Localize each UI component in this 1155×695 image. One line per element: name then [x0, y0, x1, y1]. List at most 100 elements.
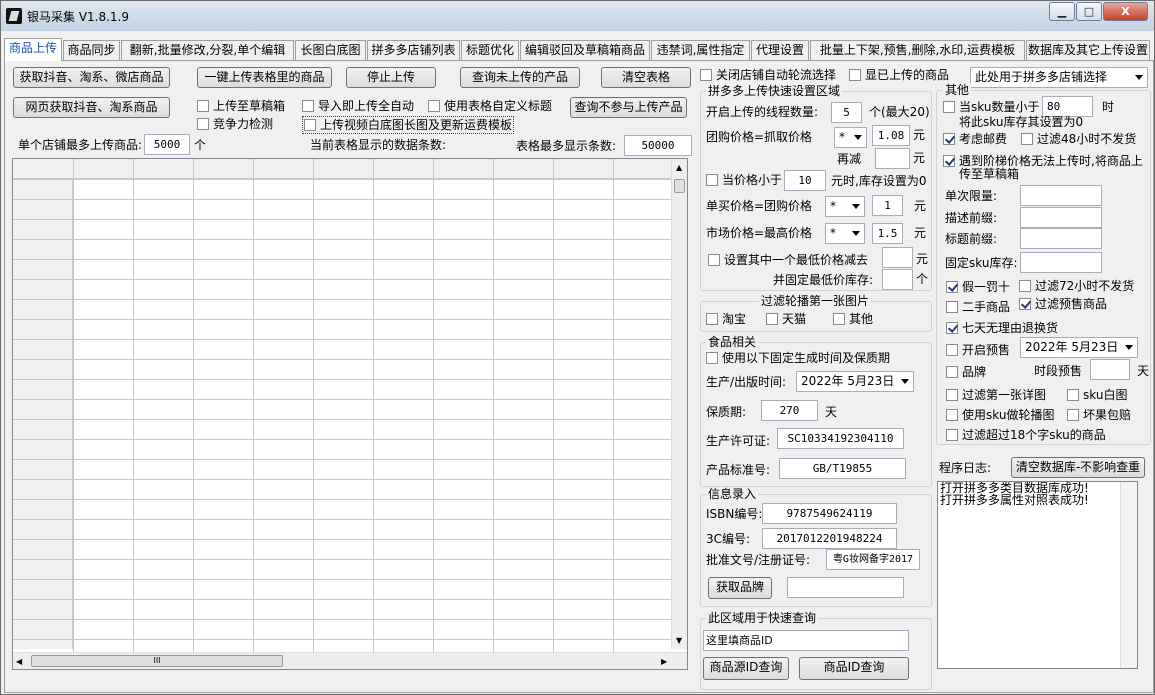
group-price-operator-select[interactable]: *: [834, 127, 867, 148]
shelf-life-input[interactable]: 270: [761, 400, 818, 421]
production-date-picker[interactable]: 2022年 5月23日: [796, 371, 914, 392]
tab-batch-edit[interactable]: 翻新,批量修改,分裂,单个编辑: [121, 40, 294, 60]
shop-select[interactable]: 此处用于拼多多店铺选择: [970, 67, 1148, 88]
filter-other-checkbox[interactable]: 其他: [833, 312, 873, 326]
scroll-down-arrow-icon[interactable]: ▼: [676, 633, 682, 649]
grid-vscroll-thumb[interactable]: [674, 179, 685, 193]
scroll-right-arrow-icon[interactable]: ▶: [661, 654, 667, 669]
filter-48h-checkbox[interactable]: 过滤48小时不发货: [1021, 132, 1136, 146]
filter-over18-checkbox[interactable]: 过滤超过18个字sku的商品: [946, 428, 1106, 442]
minus-input[interactable]: [875, 148, 910, 169]
market-price-operator-select[interactable]: *: [825, 223, 865, 244]
fake-penalty-checkbox[interactable]: 假一罚十: [946, 280, 1010, 294]
tab-product-sync[interactable]: 商品同步: [63, 40, 120, 60]
web-fetch-button[interactable]: 网页获取抖音、淘系商品: [13, 97, 170, 118]
open-presale-checkbox[interactable]: 开启预售: [946, 343, 1010, 357]
seven-day-return-checkbox[interactable]: 七天无理由退换货: [946, 321, 1058, 335]
lowest-price-input[interactable]: [882, 247, 913, 268]
checkbox-label: 过滤超过18个字sku的商品: [962, 428, 1106, 442]
checkbox-box: [304, 119, 316, 131]
license-input[interactable]: SC10334192304110: [777, 428, 904, 449]
video-template-checkbox[interactable]: 上传视频白底图长图及更新运费模板: [302, 116, 515, 134]
grid-horizontal-scrollbar[interactable]: ◀ III ▶: [13, 652, 687, 669]
brand-checkbox[interactable]: 品牌: [946, 365, 986, 379]
ladder-price-checkbox[interactable]: 遇到阶梯价格无法上传时,将商品上传至草稿箱: [943, 155, 1143, 181]
presale-date-picker[interactable]: 2022年 5月23日: [1020, 337, 1138, 358]
sku-less-than-checkbox[interactable]: 当sku数量小于: [943, 100, 1039, 114]
secondhand-checkbox[interactable]: 二手商品: [946, 300, 1010, 314]
threads-input[interactable]: 5: [831, 102, 862, 123]
market-price-factor-input[interactable]: 1.5: [872, 223, 903, 244]
fix-stock-input[interactable]: [882, 269, 913, 290]
tab-shop-list[interactable]: 拼多多店铺列表: [367, 40, 460, 60]
tab-batch-shelf[interactable]: 批量上下架,预售,删除,水印,运费模板: [810, 40, 1025, 60]
sku-carousel-checkbox[interactable]: 使用sku做轮播图: [946, 408, 1054, 422]
filter-72h-checkbox[interactable]: 过滤72小时不发货: [1019, 279, 1134, 293]
custom-title-checkbox[interactable]: 使用表格自定义标题: [428, 99, 552, 113]
upload-all-button[interactable]: 一键上传表格里的商品: [197, 67, 332, 88]
tab-proxy[interactable]: 代理设置: [751, 40, 809, 60]
import-auto-checkbox[interactable]: 导入即上传全自动: [302, 99, 414, 113]
tab-product-upload[interactable]: 商品上传: [4, 38, 62, 61]
single-price-factor-input[interactable]: 1: [872, 195, 903, 216]
ccc-input[interactable]: 2017012201948224: [762, 528, 897, 549]
sku-less-than-unit: 时: [1102, 100, 1115, 114]
product-id-query-input[interactable]: 这里填商品ID: [703, 630, 909, 651]
grid-hscroll-thumb[interactable]: III: [31, 655, 283, 667]
scroll-up-arrow-icon[interactable]: ▲: [676, 160, 682, 176]
fetch-products-button[interactable]: 获取抖音、淘系、微店商品: [13, 67, 170, 88]
grid-row-line: [13, 379, 673, 380]
clear-database-button[interactable]: 清空数据库-不影响查重: [1011, 457, 1145, 478]
tab-database-settings[interactable]: 数据库及其它上传设置: [1026, 40, 1150, 60]
get-brand-button[interactable]: 获取品牌: [708, 577, 772, 599]
close-rotate-checkbox[interactable]: 关闭店铺自动轮流选择: [700, 68, 836, 82]
close-button[interactable]: X: [1103, 2, 1148, 21]
title-prefix-input[interactable]: [1020, 228, 1102, 249]
brand-input[interactable]: [787, 577, 904, 598]
product-id-query-button[interactable]: 商品ID查询: [799, 657, 909, 680]
price-less-than-input[interactable]: 10: [784, 170, 826, 191]
desc-prefix-input[interactable]: [1020, 207, 1102, 228]
clear-table-button[interactable]: 清空表格: [601, 67, 691, 88]
maximize-button[interactable]: □: [1076, 2, 1102, 21]
filter-taobao-checkbox[interactable]: 淘宝: [706, 312, 746, 326]
draft-checkbox[interactable]: 上传至草稿箱: [197, 99, 285, 113]
filter-tmall-checkbox[interactable]: 天猫: [766, 312, 806, 326]
stop-upload-button[interactable]: 停止上传: [346, 67, 436, 88]
max-rows-input[interactable]: 50000: [624, 135, 692, 156]
program-log[interactable]: 打开拼多多类目数据库成功! 打开拼多多属性对照表成功!: [937, 481, 1138, 669]
filter-first-detail-checkbox[interactable]: 过滤第一张详图: [946, 388, 1046, 402]
group-price-factor-input[interactable]: 1.08: [872, 125, 910, 146]
tab-rejected-drafts[interactable]: 编辑驳回及草稿箱商品: [520, 40, 650, 60]
approval-input[interactable]: 粤G妆网备字2017: [826, 549, 920, 570]
standard-input[interactable]: GB/T19855: [779, 458, 906, 479]
max-per-shop-input[interactable]: 5000: [144, 134, 190, 155]
fixed-date-checkbox[interactable]: 使用以下固定生成时间及保质期: [706, 351, 890, 365]
query-unuploaded-button[interactable]: 查询未上传的产品: [460, 67, 580, 88]
show-uploaded-checkbox[interactable]: 显已上传的商品: [849, 68, 949, 82]
grid-vertical-scrollbar[interactable]: ▲ ▼: [671, 159, 687, 649]
sku-white-checkbox[interactable]: sku白图: [1067, 388, 1127, 402]
fixed-sku-stock-input[interactable]: [1020, 252, 1102, 273]
bad-fruit-checkbox[interactable]: 坏果包赔: [1067, 408, 1131, 422]
period-presale-input[interactable]: [1090, 359, 1130, 380]
limit-input[interactable]: [1020, 185, 1102, 206]
product-grid[interactable]: ▲ ▼ ◀ III ▶: [12, 158, 688, 670]
tab-long-image[interactable]: 长图白底图: [295, 40, 366, 60]
compete-checkbox[interactable]: 竞争力检测: [197, 117, 273, 131]
tab-forbidden-words[interactable]: 违禁词,属性指定: [651, 40, 750, 60]
log-scrollbar[interactable]: [1120, 482, 1137, 668]
single-price-operator-select[interactable]: *: [825, 196, 865, 217]
market-price-label: 市场价格=最高价格: [706, 226, 813, 240]
lowest-price-checkbox[interactable]: 设置其中一个最低价格减去: [708, 253, 868, 267]
price-less-than-checkbox[interactable]: 当价格小于: [706, 173, 782, 187]
minimize-button[interactable]: ▁: [1049, 2, 1075, 21]
source-id-query-button[interactable]: 商品源ID查询: [703, 657, 789, 680]
scroll-left-arrow-icon[interactable]: ◀: [16, 654, 22, 669]
consider-postage-checkbox[interactable]: 考虑邮费: [943, 132, 1007, 146]
query-not-uploaded-button[interactable]: 查询不参与上传产品: [570, 97, 687, 118]
tab-title-optimize[interactable]: 标题优化: [461, 40, 519, 60]
info-group-title: 信息录入: [706, 487, 759, 501]
filter-presale-checkbox[interactable]: 过滤预售商品: [1019, 297, 1107, 311]
isbn-input[interactable]: 9787549624119: [762, 503, 897, 524]
